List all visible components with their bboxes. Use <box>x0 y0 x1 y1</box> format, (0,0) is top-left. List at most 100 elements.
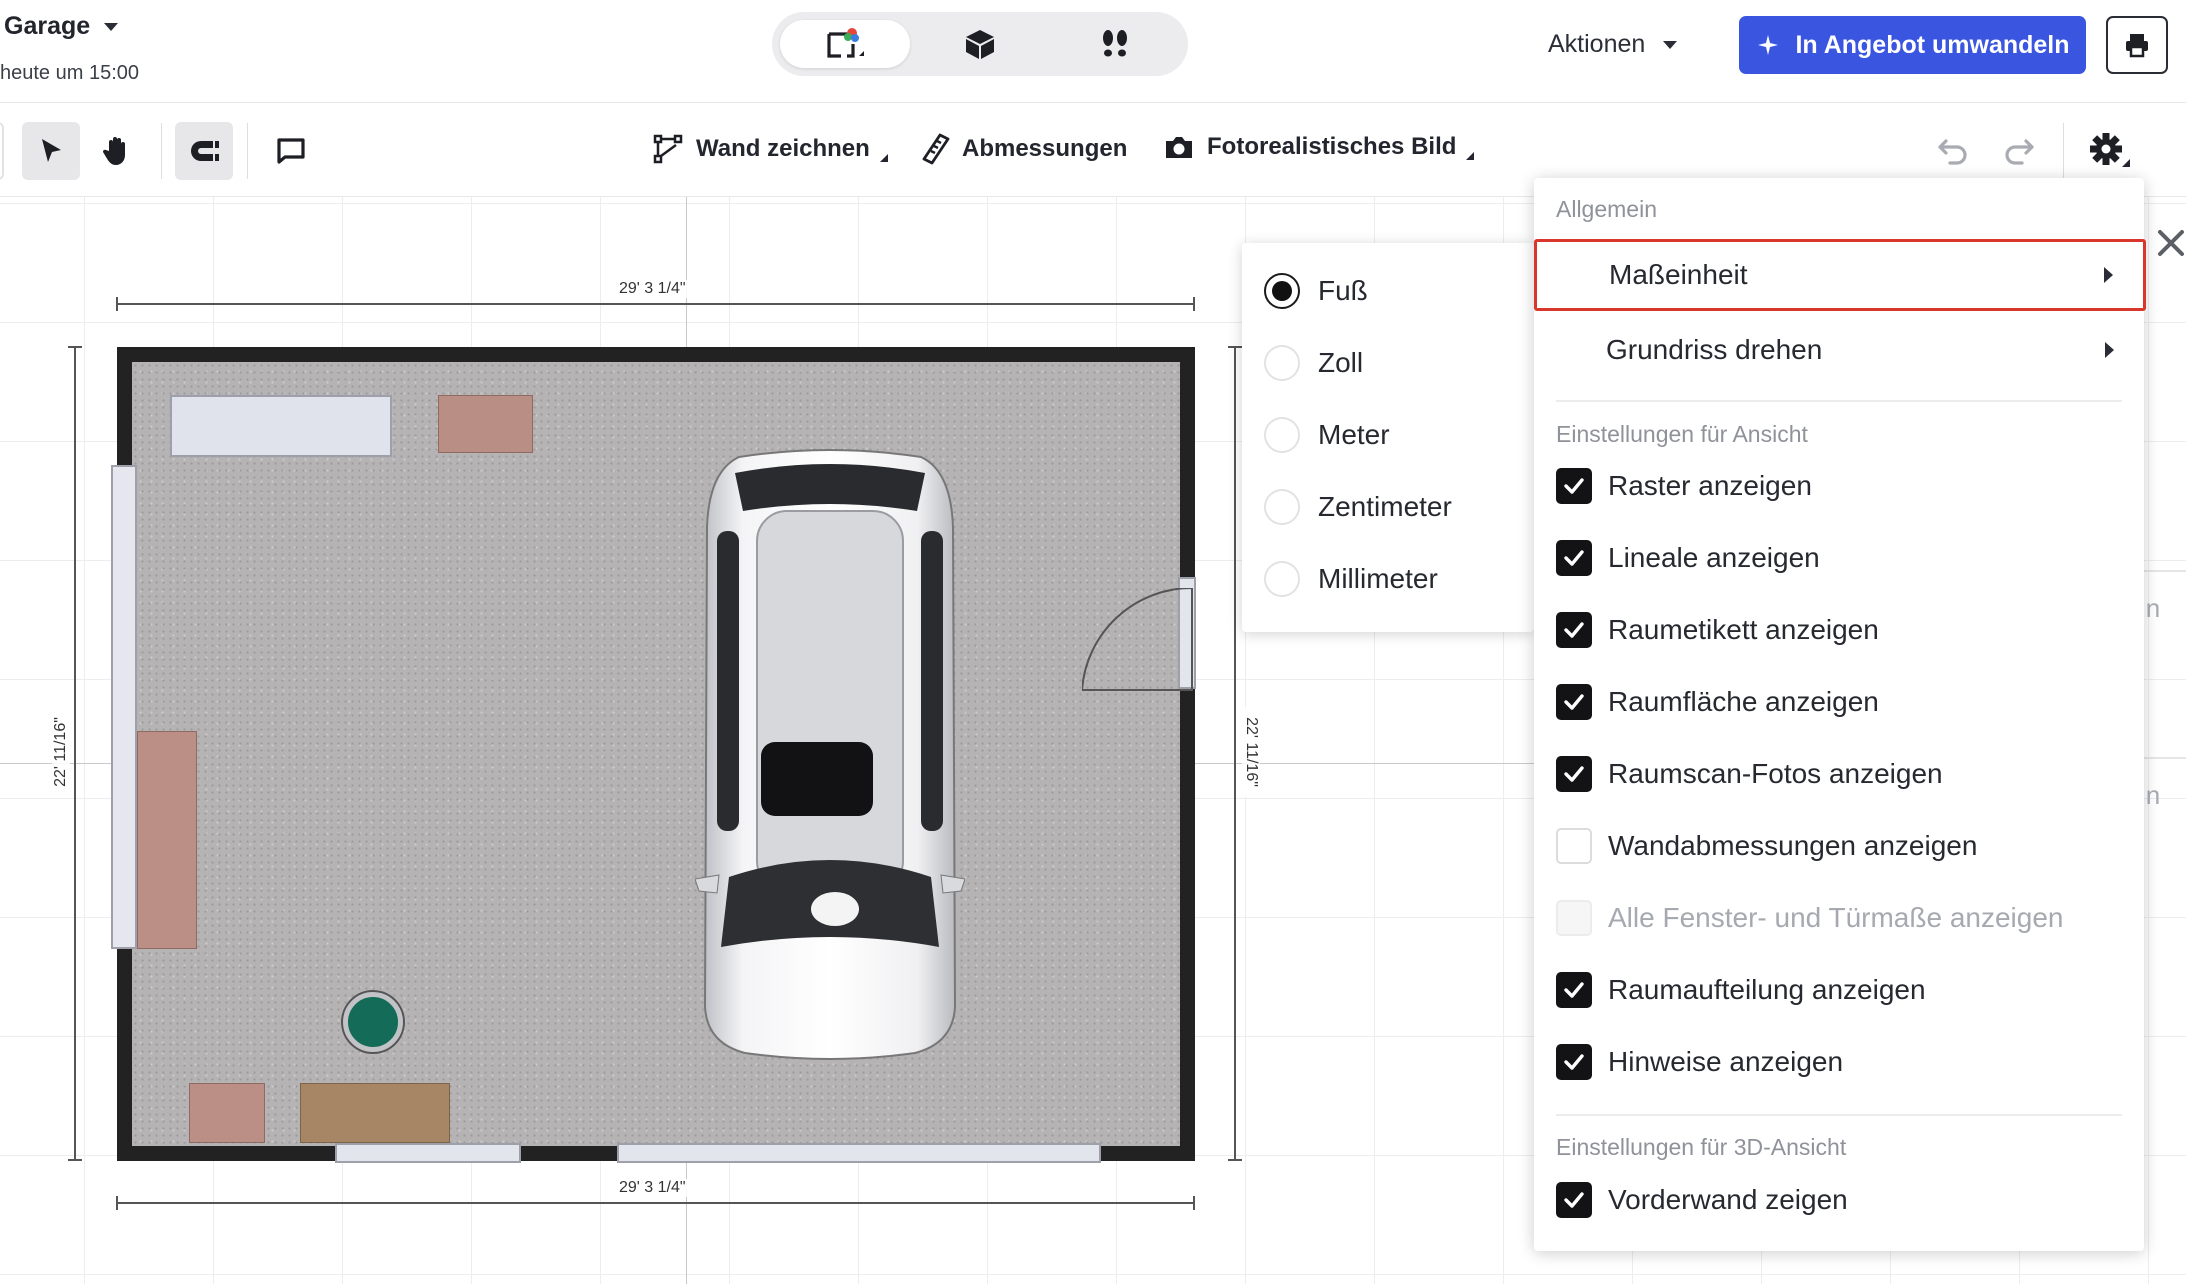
workbench-white[interactable] <box>170 395 392 457</box>
unit-option-meter[interactable]: Meter <box>1264 417 1390 453</box>
option-show-front-wall[interactable]: Vorderwand zeigen <box>1556 1182 1848 1218</box>
chevron-down-icon <box>104 22 119 31</box>
unit-option-fuss[interactable]: Fuß <box>1264 273 1368 309</box>
room-floor <box>132 362 1180 1146</box>
unit-option-zentimeter[interactable]: Zentimeter <box>1264 489 1452 525</box>
door-bottom-left[interactable] <box>335 1143 521 1163</box>
project-title-dropdown[interactable]: Garage <box>4 12 119 41</box>
option-show-room-area[interactable]: Raumfläche anzeigen <box>1556 684 1879 720</box>
close-icon[interactable] <box>2156 228 2186 258</box>
chevron-right-icon <box>2105 342 2114 358</box>
checkbox-checked[interactable] <box>1556 1182 1592 1218</box>
radio-unselected[interactable] <box>1264 489 1300 525</box>
option-label: Lineale anzeigen <box>1608 542 1820 573</box>
checkbox-checked[interactable] <box>1556 612 1592 648</box>
car-top-view[interactable] <box>695 447 965 1061</box>
option-label: Raumaufteilung anzeigen <box>1608 974 1926 1005</box>
checkbox-unchecked[interactable] <box>1556 828 1592 864</box>
shelf-rose[interactable] <box>137 731 197 949</box>
checkmark-icon <box>1564 1192 1584 1208</box>
menu-item-label: Grundriss drehen <box>1606 334 1823 365</box>
room-garage[interactable] <box>111 347 1196 1163</box>
dimension-line-top <box>117 303 1195 305</box>
option-show-grid[interactable]: Raster anzeigen <box>1556 468 1812 504</box>
option-show-wall-dimensions[interactable]: Wandabmessungen anzeigen <box>1556 828 1977 864</box>
option-show-room-layout[interactable]: Raumaufteilung anzeigen <box>1556 972 1926 1008</box>
option-show-room-label[interactable]: Raumetikett anzeigen <box>1556 612 1879 648</box>
unit-option-label: Meter <box>1318 419 1390 450</box>
draw-wall-tool[interactable]: Wand zeichnen <box>652 133 888 165</box>
radio-unselected[interactable] <box>1264 417 1300 453</box>
checkmark-icon <box>1564 982 1584 998</box>
checkbox-checked[interactable] <box>1556 972 1592 1008</box>
pan-tool-button[interactable] <box>88 122 146 180</box>
add-note-button[interactable] <box>262 122 320 180</box>
app-header: Garage heute um 15:00 Aktionen In Angebo… <box>0 0 2186 103</box>
settings-button[interactable] <box>2088 131 2130 167</box>
print-button[interactable] <box>2106 16 2168 74</box>
menu-item-measurement-unit[interactable]: Maßeinheit <box>1534 239 2146 311</box>
dimension-tick <box>116 297 118 311</box>
door-swing-arc <box>1082 588 1193 691</box>
dimension-line-left <box>74 347 76 1161</box>
actions-dropdown[interactable]: Aktionen <box>1548 30 1678 59</box>
option-label: Raumfläche anzeigen <box>1608 686 1879 717</box>
unit-option-label: Millimeter <box>1318 563 1438 594</box>
photo-label: Fotorealistisches Bild <box>1207 133 1457 160</box>
magnet-icon <box>191 141 219 161</box>
checkmark-icon <box>1564 1054 1584 1070</box>
checkbox-checked[interactable] <box>1556 1044 1592 1080</box>
view-2d-button[interactable] <box>780 20 910 68</box>
chevron-right-icon <box>2104 267 2113 283</box>
unit-option-label: Fuß <box>1318 275 1368 306</box>
unit-option-zoll[interactable]: Zoll <box>1264 345 1363 381</box>
menu-item-rotate-floorplan[interactable]: Grundriss drehen <box>1534 314 2144 386</box>
convert-label: In Angebot umwandeln <box>1795 30 2070 59</box>
wall-draw-icon <box>653 134 683 164</box>
photorealistic-image-tool[interactable]: Fotorealistisches Bild <box>1163 133 1475 161</box>
window-left[interactable] <box>111 465 137 949</box>
walkthrough-button[interactable] <box>1050 20 1180 68</box>
checkbox-checked[interactable] <box>1556 684 1592 720</box>
project-title: Garage <box>4 12 91 40</box>
box-rose[interactable] <box>189 1083 265 1143</box>
cabinet-rose[interactable] <box>438 395 533 453</box>
settings-menu: Allgemein Maßeinheit Grundriss drehen Ei… <box>1534 178 2146 1251</box>
radio-selected[interactable] <box>1264 273 1300 309</box>
dimension-tick <box>1228 1159 1242 1161</box>
partial-toolbar-button[interactable] <box>0 122 4 180</box>
option-label: Alle Fenster- und Türmaße anzeigen <box>1608 902 2064 933</box>
toolbar-divider <box>2063 123 2064 179</box>
wooden-table[interactable] <box>300 1083 450 1143</box>
dimension-tick <box>116 1196 118 1210</box>
cursor-arrow-icon <box>42 139 61 162</box>
checkmark-icon <box>1564 622 1584 638</box>
option-label: Hinweise anzeigen <box>1608 1046 1844 1077</box>
view-3d-button[interactable] <box>915 20 1045 68</box>
checkbox-checked[interactable] <box>1556 540 1592 576</box>
dimension-line-right <box>1234 347 1236 1161</box>
select-tool-button[interactable] <box>22 122 80 180</box>
snap-magnet-button[interactable] <box>175 122 233 180</box>
unit-option-millimeter[interactable]: Millimeter <box>1264 561 1438 597</box>
footsteps-icon <box>1103 30 1127 57</box>
option-show-notes[interactable]: Hinweise anzeigen <box>1556 1044 1843 1080</box>
radio-unselected[interactable] <box>1264 561 1300 597</box>
option-show-rulers[interactable]: Lineale anzeigen <box>1556 540 1820 576</box>
undo-icon[interactable] <box>1936 135 1970 165</box>
trash-bin[interactable] <box>343 992 403 1052</box>
garage-door[interactable] <box>617 1143 1101 1163</box>
section-heading-view: Einstellungen für Ansicht <box>1556 421 1808 447</box>
comment-icon <box>277 138 305 164</box>
checkbox-checked[interactable] <box>1556 756 1592 792</box>
redo-icon[interactable] <box>2002 135 2036 165</box>
dimensions-tool[interactable]: Abmessungen <box>922 133 1127 165</box>
sparkle-icon <box>1758 35 1779 55</box>
actions-label: Aktionen <box>1548 30 1646 58</box>
convert-to-offer-button[interactable]: In Angebot umwandeln <box>1739 16 2086 74</box>
camera-icon <box>1166 137 1192 158</box>
menu-divider <box>1556 400 2122 402</box>
checkbox-checked[interactable] <box>1556 468 1592 504</box>
radio-unselected[interactable] <box>1264 345 1300 381</box>
option-show-room-scan-photos[interactable]: Raumscan-Fotos anzeigen <box>1556 756 1943 792</box>
